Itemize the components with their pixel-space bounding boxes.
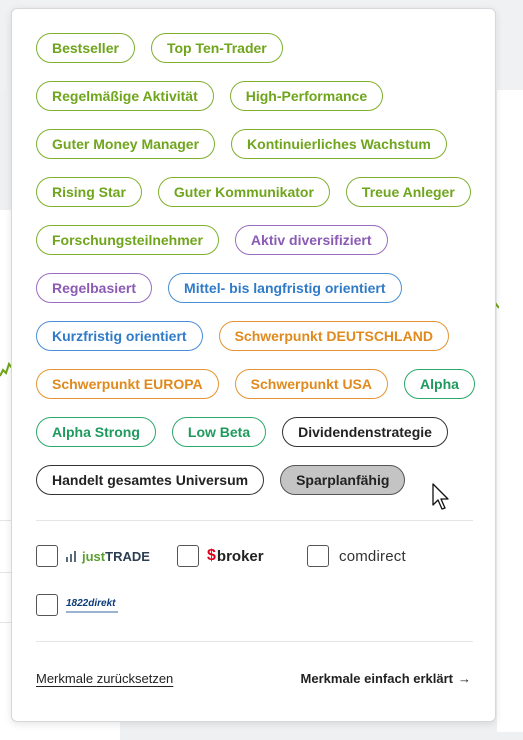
chip-dividendenstrategie[interactable]: Dividendenstrategie (282, 417, 448, 447)
chip-treue-anleger[interactable]: Treue Anleger (345, 177, 471, 207)
sbroker-logo: $ broker (207, 547, 264, 565)
chip-regelbasiert[interactable]: Regelbasiert (36, 273, 153, 303)
broker-1822direkt[interactable]: 1822direkt (36, 594, 118, 616)
sbroker-checkbox[interactable] (177, 545, 199, 567)
chip-list: Bestseller Top Ten-Trader Regelmäßige Ak… (36, 33, 476, 495)
comdirect-checkbox[interactable] (307, 545, 329, 567)
explain-features-link[interactable]: Merkmale einfach erklärt → (301, 671, 471, 686)
chip-kontinuierliches-wachstum[interactable]: Kontinuierliches Wachstum (231, 129, 447, 159)
chip-guter-kommunikator[interactable]: Guter Kommunikator (157, 177, 330, 207)
justtrade-logo: just TRADE (66, 549, 150, 564)
reset-filters-link[interactable]: Merkmale zurücksetzen (36, 671, 173, 686)
background-right-column (497, 90, 523, 732)
chip-schwerpunkt-usa[interactable]: Schwerpunkt USA (234, 369, 389, 399)
chip-low-beta[interactable]: Low Beta (171, 417, 267, 447)
divider-bottom (36, 641, 473, 642)
divider-top (36, 520, 473, 521)
broker-comdirect[interactable]: comdirect (307, 545, 406, 567)
chip-alpha-strong[interactable]: Alpha Strong (36, 417, 156, 447)
filter-panel: Bestseller Top Ten-Trader Regelmäßige Ak… (11, 8, 496, 722)
sparkasse-s-icon: $ (207, 547, 216, 564)
justtrade-checkbox[interactable] (36, 545, 58, 567)
chip-handelt-gesamtes-universum[interactable]: Handelt gesamtes Universum (36, 465, 265, 495)
broker-sbroker[interactable]: $ broker (177, 545, 264, 567)
chip-guter-money-manager[interactable]: Guter Money Manager (36, 129, 216, 159)
chip-forschungsteilnehmer[interactable]: Forschungsteilnehmer (36, 225, 219, 255)
chip-top-ten-trader[interactable]: Top Ten-Trader (150, 33, 283, 63)
chip-sparplanfaehig[interactable]: Sparplanfähig (280, 465, 406, 495)
chip-rising-star[interactable]: Rising Star (36, 177, 142, 207)
comdirect-logo: comdirect (339, 547, 406, 565)
chip-regelmaessige-aktivitaet[interactable]: Regelmäßige Aktivität (36, 81, 214, 111)
chip-high-performance[interactable]: High-Performance (229, 81, 384, 111)
chip-bestseller[interactable]: Bestseller (36, 33, 135, 63)
chip-kurzfristig-orientiert[interactable]: Kurzfristig orientiert (36, 321, 203, 351)
chip-aktiv-diversifiziert[interactable]: Aktiv diversifiziert (234, 225, 388, 255)
1822direkt-logo: 1822direkt (66, 598, 118, 613)
chip-schwerpunkt-europa[interactable]: Schwerpunkt EUROPA (36, 369, 219, 399)
broker-justtrade[interactable]: just TRADE (36, 545, 150, 567)
bar-chart-icon (66, 550, 80, 562)
1822direkt-checkbox[interactable] (36, 594, 58, 616)
arrow-right-icon: → (458, 671, 471, 686)
chip-mittel-bis-langfristig[interactable]: Mittel- bis langfristig orientiert (168, 273, 402, 303)
mouse-pointer-icon (432, 483, 449, 510)
chip-schwerpunkt-deutschland[interactable]: Schwerpunkt DEUTSCHLAND (218, 321, 449, 351)
chip-alpha[interactable]: Alpha (404, 369, 475, 399)
